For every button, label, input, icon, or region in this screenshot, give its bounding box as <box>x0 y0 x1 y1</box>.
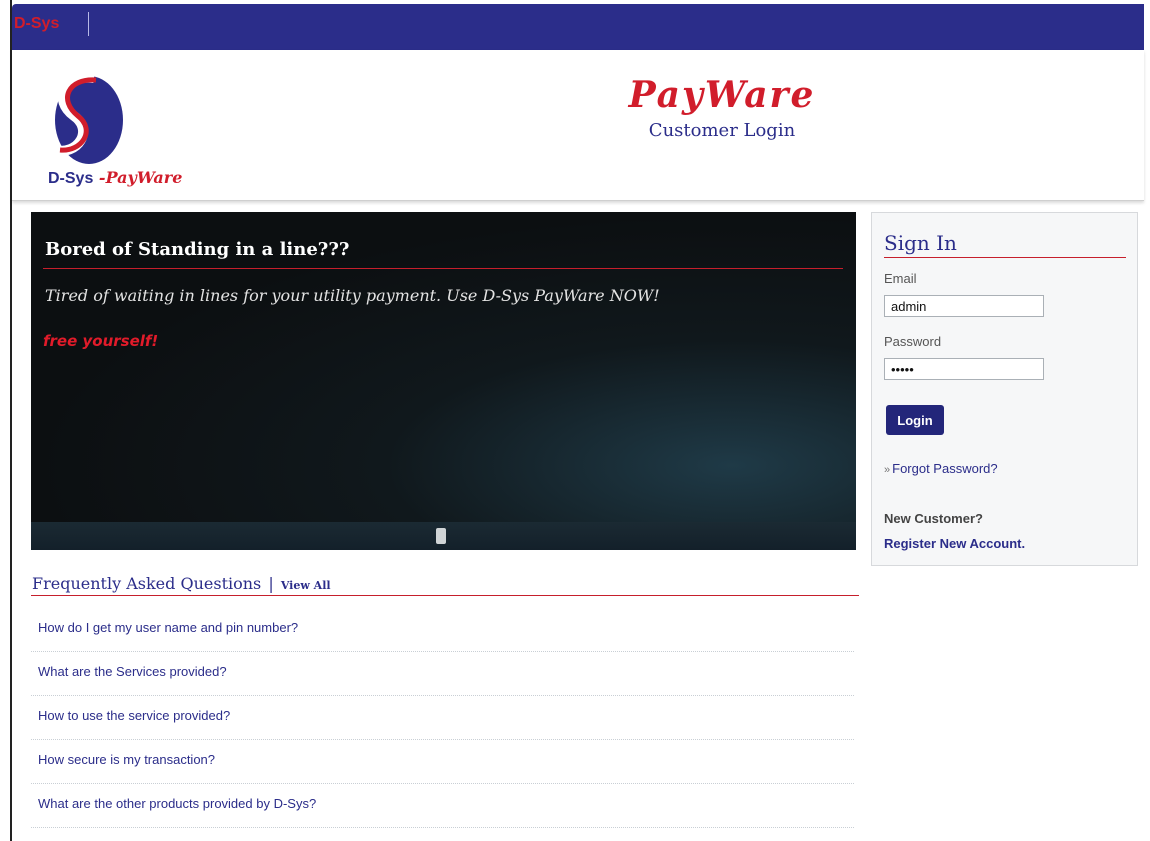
banner-text: Tired of waiting in lines for your utili… <box>45 286 660 305</box>
logo-wordmark: D-Sys -PayWare <box>48 168 182 188</box>
sign-in-title: Sign In <box>884 231 957 255</box>
chevron-right-icon: » <box>884 464 891 476</box>
page-title: PayWare <box>628 74 816 116</box>
faq-item[interactable]: How to use the service provided? <box>31 696 854 740</box>
center-branding: PayWare Customer Login <box>572 74 872 141</box>
faq-item[interactable]: How do I get my user name and pin number… <box>31 608 854 652</box>
logo-text-dash: - <box>93 168 106 187</box>
email-label: Email <box>884 271 917 286</box>
forgot-password-label: Forgot Password? <box>892 461 998 476</box>
banner-tagline: free yourself! <box>43 332 159 350</box>
register-link[interactable]: Register New Account. <box>884 536 1025 551</box>
page-subtitle: Customer Login <box>648 120 796 141</box>
forgot-password-link[interactable]: » Forgot Password? <box>884 461 998 476</box>
dsys-logo[interactable]: D-Sys -PayWare <box>34 72 214 187</box>
email-field[interactable] <box>884 295 1044 317</box>
faq-item[interactable]: How secure is my transaction? <box>31 740 854 784</box>
faq-list: How do I get my user name and pin number… <box>31 608 854 828</box>
banner-controls <box>31 522 856 550</box>
topbar-divider <box>88 12 89 36</box>
faq-title: Frequently Asked Questions <box>32 574 262 593</box>
password-label: Password <box>884 334 942 349</box>
promo-banner: Bored of Standing in a line??? Tired of … <box>31 212 856 550</box>
banner-title: Bored of Standing in a line??? <box>45 239 350 260</box>
banner-divider <box>43 268 843 269</box>
faq-divider <box>31 595 859 596</box>
new-customer-label: New Customer? <box>884 511 983 526</box>
site-header: D-Sys -PayWare PayWare Customer Login <box>12 50 1144 201</box>
dsys-logo-icon <box>52 72 123 164</box>
logo-text-product: PayWare <box>105 168 183 187</box>
sign-in-panel: Sign In Email Password Login »Forgot Pas… <box>871 212 1138 566</box>
faq-separator: | <box>268 574 274 593</box>
topbar-brand[interactable]: D-Sys <box>14 15 59 33</box>
view-all-link[interactable]: View All <box>281 579 331 592</box>
faq-item[interactable]: What are the Services provided? <box>31 652 854 696</box>
password-field[interactable] <box>884 358 1044 380</box>
sign-in-divider <box>884 257 1126 258</box>
slide-indicator[interactable] <box>436 528 446 544</box>
login-button[interactable]: Login <box>886 405 944 435</box>
faq-item[interactable]: What are the other products provided by … <box>31 784 854 828</box>
top-navigation-bar: D-Sys <box>12 4 1144 50</box>
logo-text-main: D-Sys <box>48 170 94 187</box>
faq-heading: Frequently Asked Questions | View All <box>32 574 331 593</box>
